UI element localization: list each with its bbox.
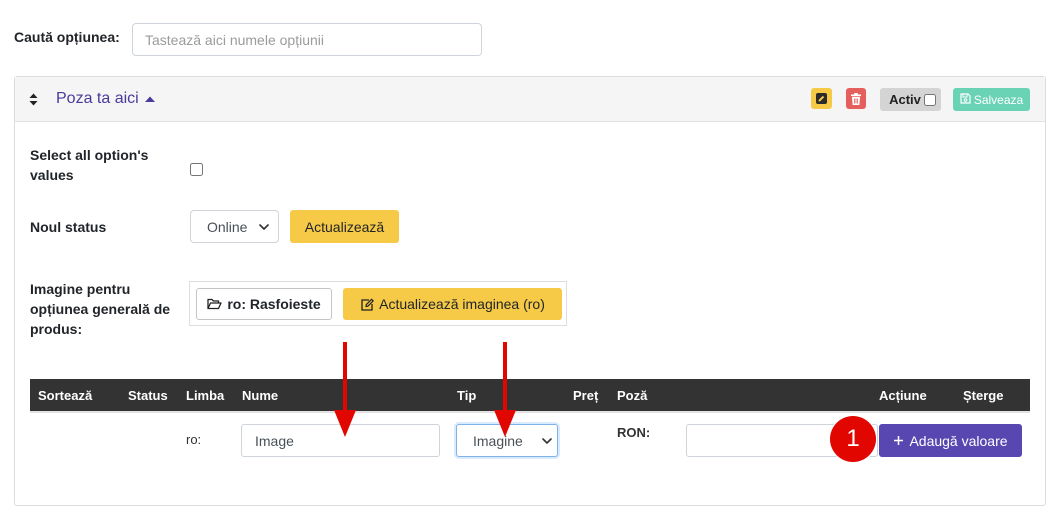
edit-icon xyxy=(360,298,374,311)
column-header-price: Preț xyxy=(573,388,599,403)
save-button[interactable]: Salveaza xyxy=(953,88,1030,111)
edit-option-button[interactable] xyxy=(811,88,832,109)
column-header-sort: Sortează xyxy=(38,388,93,403)
update-status-label: Actualizează xyxy=(304,218,385,235)
add-value-button[interactable]: Adaugă valoare xyxy=(879,424,1022,457)
column-header-image: Poză xyxy=(617,388,648,403)
option-title: Poza ta aici xyxy=(56,90,139,107)
plus-icon xyxy=(893,435,904,446)
column-header-language: Limba xyxy=(186,388,225,403)
row-language: ro: xyxy=(186,432,202,447)
search-input[interactable] xyxy=(132,23,482,56)
status-label: Noul status xyxy=(30,219,107,235)
column-header-type: Tip xyxy=(457,388,477,403)
column-header-delete: Șterge xyxy=(963,388,1004,403)
save-icon xyxy=(960,92,971,107)
chevron-down-icon xyxy=(542,437,552,444)
chevron-down-icon xyxy=(259,223,269,230)
caret-up-icon xyxy=(144,96,155,102)
update-image-label: Actualizează imaginea (ro) xyxy=(379,296,545,312)
column-header-name: Nume xyxy=(242,388,279,403)
option-panel-header: Poza ta aici Activ Salveaza xyxy=(15,77,1045,122)
search-label: Caută opțiunea: xyxy=(14,29,120,45)
status-select-value: Online xyxy=(207,218,248,235)
update-status-button[interactable]: Actualizează xyxy=(290,210,399,243)
folder-open-icon xyxy=(207,298,222,310)
sort-icon[interactable] xyxy=(29,93,38,106)
active-checkbox[interactable] xyxy=(923,93,936,106)
annotation-arrow-name xyxy=(334,342,356,437)
select-all-label: Select all option's values xyxy=(30,147,149,183)
option-panel: Poza ta aici Activ Salveaza Select all o… xyxy=(14,76,1046,506)
option-title-toggle[interactable]: Poza ta aici xyxy=(56,89,155,109)
browse-image-button[interactable]: ro: Rasfoieste xyxy=(196,288,332,320)
column-header-action: Acțiune xyxy=(879,388,927,403)
trash-icon xyxy=(851,92,861,105)
annotation-arrow-type xyxy=(494,342,516,437)
general-image-box: ro: Rasfoieste Actualizează imaginea (ro… xyxy=(189,281,567,326)
status-select[interactable]: Online xyxy=(190,210,279,243)
general-image-label: Imagine pentru opțiunea generală de prod… xyxy=(30,281,171,337)
add-value-label: Adaugă valoare xyxy=(909,432,1008,449)
annotation-marker: 1 xyxy=(830,416,876,462)
update-image-button[interactable]: Actualizează imaginea (ro) xyxy=(343,288,562,320)
browse-image-label: ro: Rasfoieste xyxy=(227,296,321,312)
column-header-status: Status xyxy=(128,388,168,403)
select-all-checkbox[interactable] xyxy=(190,163,203,176)
delete-option-button[interactable] xyxy=(846,88,866,109)
values-table-header: Sortează Status Limba Nume Tip Preț Poză… xyxy=(30,379,1030,413)
save-label: Salveaza xyxy=(973,92,1024,107)
active-label: Activ xyxy=(889,91,921,107)
price-currency-label: RON: xyxy=(617,425,651,440)
pencil-icon xyxy=(816,93,827,104)
active-toggle[interactable]: Activ xyxy=(880,88,941,111)
